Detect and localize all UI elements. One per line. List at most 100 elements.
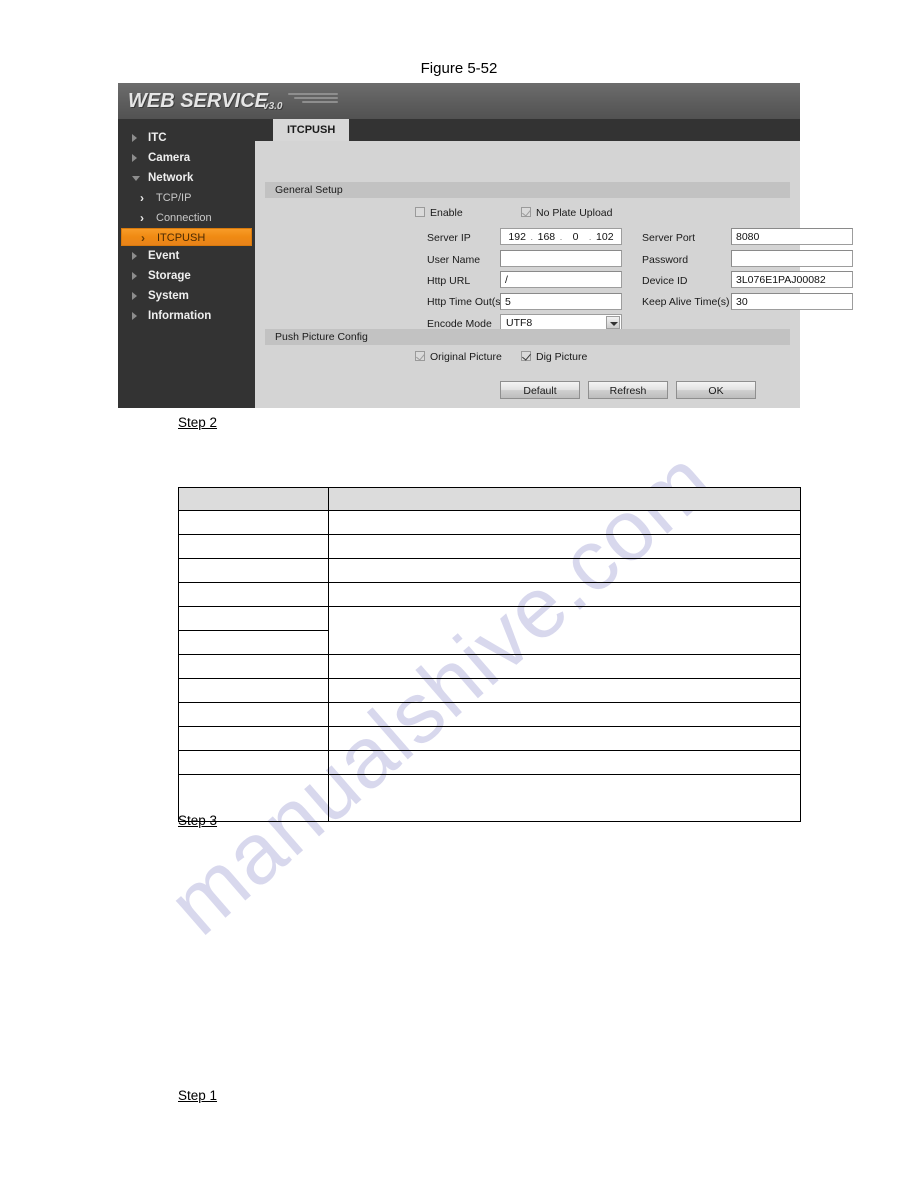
tab-itcpush[interactable]: ITCPUSH — [273, 119, 350, 141]
table-cell — [328, 582, 801, 607]
sidebar-item-label: TCP/IP — [156, 192, 192, 204]
sidebar-item-information[interactable]: Information — [118, 306, 255, 326]
table-cell — [178, 726, 329, 751]
table-row — [178, 510, 801, 535]
sidebar-nav: ITC Camera Network › TCP/IP › Connection… — [118, 119, 255, 408]
table-cell — [178, 774, 329, 822]
label-device-id: Device ID — [642, 275, 688, 287]
settings-panel: General Setup Enable No Plate Upload Ser… — [255, 141, 853, 408]
step-label-2: Step 2 — [178, 415, 218, 430]
ip-dot: . — [559, 231, 563, 242]
table-cell — [328, 558, 801, 583]
sidebar-item-tcpip[interactable]: › TCP/IP — [118, 188, 255, 208]
chevron-right-icon — [132, 134, 137, 142]
http-timeout-input[interactable]: 5 — [500, 293, 622, 310]
table-header-cell — [328, 487, 801, 511]
table-row — [178, 582, 801, 607]
table-row — [178, 726, 801, 751]
refresh-button[interactable]: Refresh — [588, 381, 668, 399]
ok-button[interactable]: OK — [676, 381, 756, 399]
sidebar-item-itc[interactable]: ITC — [118, 128, 255, 148]
password-input[interactable] — [731, 250, 853, 267]
chevron-right-icon — [132, 154, 137, 162]
ip-dot: . — [588, 231, 592, 242]
sidebar-item-label: ITCPUSH — [157, 232, 206, 244]
user-name-input[interactable] — [500, 250, 622, 267]
checkbox-box-icon — [521, 351, 531, 361]
app-logo-version: v3.0 — [263, 101, 283, 112]
sidebar-item-label: Storage — [148, 270, 191, 282]
checkbox-enable[interactable]: Enable — [415, 207, 463, 219]
table-row — [178, 654, 801, 679]
ip-octet-2: 168 — [537, 230, 556, 243]
sidebar-item-camera[interactable]: Camera — [118, 148, 255, 168]
sidebar-item-label: Event — [148, 250, 180, 262]
app-header: WEB SERVICEv3.0 — [118, 83, 800, 119]
chevron-right-icon — [132, 252, 137, 260]
table-cell — [328, 534, 801, 559]
table-row — [178, 702, 801, 727]
label-http-timeout: Http Time Out(s) — [427, 296, 505, 308]
table-cell — [178, 534, 329, 559]
table-cell — [328, 606, 801, 655]
logo-swoosh-icon — [286, 93, 338, 109]
parameter-table — [178, 487, 801, 822]
checkbox-label: Enable — [430, 207, 463, 219]
server-port-input[interactable]: 8080 — [731, 228, 853, 245]
table-cell — [178, 606, 329, 631]
table-cell — [328, 654, 801, 679]
label-server-ip: Server IP — [427, 232, 471, 244]
chevron-right-icon: › — [141, 231, 145, 245]
table-cell — [328, 726, 801, 751]
sidebar-item-label: Information — [148, 310, 212, 322]
checkbox-box-icon — [521, 207, 531, 217]
sidebar-item-system[interactable]: System — [118, 286, 255, 306]
sidebar-item-storage[interactable]: Storage — [118, 266, 255, 286]
sidebar-item-itcpush[interactable]: › ITCPUSH — [121, 228, 252, 246]
ip-octet-3: 0 — [572, 230, 579, 243]
table-cell — [328, 678, 801, 703]
checkbox-no-plate-upload[interactable]: No Plate Upload — [521, 207, 612, 219]
web-service-panel: WEB SERVICEv3.0 ITC Camera Network › TCP… — [118, 83, 853, 408]
table-cell — [178, 678, 329, 703]
server-ip-input[interactable]: 192 . 168 . 0 . 102 — [500, 228, 622, 245]
checkbox-label: Original Picture — [430, 351, 502, 363]
checkbox-box-icon — [415, 351, 425, 361]
table-cell — [328, 702, 801, 727]
chevron-right-icon: › — [140, 211, 144, 225]
table-row — [178, 558, 801, 583]
default-button[interactable]: Default — [500, 381, 580, 399]
sidebar-item-connection[interactable]: › Connection — [118, 208, 255, 228]
label-keep-alive-time: Keep Alive Time(s) — [642, 296, 730, 308]
table-cell — [328, 774, 801, 822]
table-cell — [178, 750, 329, 775]
chevron-right-icon — [132, 292, 137, 300]
table-row — [178, 606, 801, 655]
table-cell — [328, 750, 801, 775]
checkbox-dig-picture[interactable]: Dig Picture — [521, 351, 587, 363]
table-row — [178, 774, 801, 822]
table-row — [178, 534, 801, 559]
table-row — [178, 678, 801, 703]
table-cell — [178, 630, 329, 655]
ip-dot: . — [530, 231, 534, 242]
keep-alive-time-input[interactable]: 30 — [731, 293, 853, 310]
table-row — [178, 750, 801, 775]
checkbox-original-picture[interactable]: Original Picture — [415, 351, 502, 363]
http-url-input[interactable]: / — [500, 271, 622, 288]
label-http-url: Http URL — [427, 275, 471, 287]
label-password: Password — [642, 254, 689, 266]
sidebar-item-label: System — [148, 290, 189, 302]
section-header-general-setup: General Setup — [265, 182, 790, 198]
checkbox-label: No Plate Upload — [536, 207, 613, 219]
ip-octet-4: 102 — [596, 230, 614, 243]
sidebar-item-network[interactable]: Network — [118, 168, 255, 188]
checkbox-label: Dig Picture — [536, 351, 588, 363]
chevron-down-icon[interactable] — [606, 316, 620, 329]
app-logo: WEB SERVICEv3.0 — [128, 90, 283, 113]
sidebar-item-event[interactable]: Event — [118, 246, 255, 266]
tab-bar: ITCPUSH — [255, 119, 800, 141]
table-header-cell — [178, 487, 329, 511]
device-id-input[interactable]: 3L076E1PAJ00082 — [731, 271, 853, 288]
content-area: ITCPUSH General Setup Enable No Plate Up… — [255, 119, 853, 408]
